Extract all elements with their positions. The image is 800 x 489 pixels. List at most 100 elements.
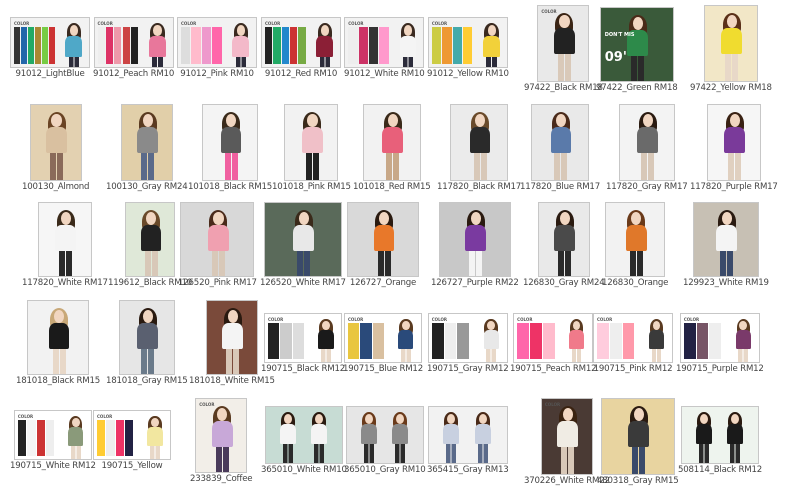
- product-photo[interactable]: COLOR: [264, 313, 342, 363]
- product-caption[interactable]: 181018_Gray RM15: [106, 376, 188, 386]
- product-photo[interactable]: [37, 202, 92, 277]
- product-photo[interactable]: COLOR: [177, 17, 257, 68]
- product-caption[interactable]: 181018_White RM15: [189, 376, 275, 386]
- product-caption[interactable]: 126520_White RM17: [260, 278, 346, 288]
- product-caption[interactable]: 100130_Almond: [22, 182, 90, 192]
- product-thumbnail[interactable]: 365415_Gray RM13: [427, 406, 509, 475]
- product-caption[interactable]: 97422_Black RM18: [524, 83, 603, 93]
- product-thumbnail[interactable]: 117820_Purple RM17: [690, 104, 778, 192]
- product-caption[interactable]: 101018_Black RM15: [188, 182, 272, 192]
- product-caption[interactable]: 91012_Yellow RM10: [427, 69, 509, 79]
- product-photo[interactable]: [284, 104, 339, 181]
- product-caption[interactable]: 190715_Peach RM12: [510, 364, 597, 374]
- product-caption[interactable]: 91012_White RM10: [344, 69, 425, 79]
- product-photo[interactable]: [703, 5, 758, 82]
- product-thumbnail[interactable]: COLOR 190715_White RM12: [10, 410, 96, 471]
- product-photo[interactable]: [347, 202, 419, 277]
- product-caption[interactable]: 365010_White RM10: [261, 465, 347, 475]
- product-thumbnail[interactable]: 101018_Red RM15: [353, 104, 431, 192]
- product-caption[interactable]: 233839_Coffee: [190, 474, 253, 484]
- product-photo[interactable]: COLOR: [344, 17, 425, 68]
- product-caption[interactable]: 100130_Gray RM24: [106, 182, 188, 192]
- product-photo[interactable]: [530, 104, 589, 181]
- product-photo[interactable]: COLOR: [93, 17, 174, 68]
- product-caption[interactable]: 126520_Pink RM17: [178, 278, 257, 288]
- product-caption[interactable]: 117820_Purple RM17: [690, 182, 778, 192]
- product-photo[interactable]: [450, 104, 508, 181]
- product-caption[interactable]: 91012_Pink RM10: [180, 69, 254, 79]
- product-photo[interactable]: [202, 104, 258, 181]
- product-thumbnail[interactable]: 181018_Gray RM15: [106, 300, 188, 386]
- product-caption[interactable]: 190715_Black RM12: [261, 364, 345, 374]
- product-photo[interactable]: [345, 406, 424, 464]
- product-thumbnail[interactable]: 129923_White RM19: [683, 202, 769, 288]
- product-thumbnail[interactable]: 101018_Black RM15: [188, 104, 272, 192]
- product-thumbnail[interactable]: COLOR 190715_Yellow: [93, 410, 171, 471]
- product-caption[interactable]: 126830_Orange: [602, 278, 668, 288]
- product-thumbnail[interactable]: COLOR 190715_Black RM12: [261, 313, 345, 374]
- product-caption[interactable]: 365010_Gray RM10: [344, 465, 426, 475]
- product-thumbnail[interactable]: 101018_Pink RM15: [272, 104, 351, 192]
- product-thumbnail[interactable]: COLOR 91012_LightBlue: [10, 17, 90, 79]
- product-caption[interactable]: 97422_Green RM18: [596, 83, 678, 93]
- product-photo[interactable]: COLOR: [540, 398, 593, 475]
- product-caption[interactable]: 365415_Gray RM13: [427, 465, 509, 475]
- product-thumbnail[interactable]: COLOR 190715_Blue RM12: [343, 313, 423, 374]
- product-photo[interactable]: [600, 398, 675, 475]
- product-caption[interactable]: 126727_Orange: [350, 278, 416, 288]
- product-photo[interactable]: [264, 406, 343, 464]
- product-thumbnail[interactable]: COLOR 190715_Purple RM12: [676, 313, 764, 374]
- product-caption[interactable]: 190715_Yellow: [102, 461, 163, 471]
- product-thumbnail[interactable]: 97422_Yellow RM18: [690, 5, 772, 93]
- product-photo[interactable]: [537, 202, 590, 277]
- product-thumbnail[interactable]: 365010_White RM10: [261, 406, 347, 475]
- product-photo[interactable]: COLOR: [427, 313, 508, 363]
- product-photo[interactable]: [681, 406, 759, 464]
- product-photo[interactable]: [205, 300, 258, 375]
- product-thumbnail[interactable]: 100130_Almond: [22, 104, 90, 192]
- product-thumbnail[interactable]: 365010_Gray RM10: [344, 406, 426, 475]
- product-thumbnail[interactable]: 126727_Purple RM22: [431, 202, 519, 288]
- product-thumbnail[interactable]: COLOR 190715_Pink RM12: [593, 313, 673, 374]
- product-thumbnail[interactable]: COLOR 233839_Coffee: [190, 398, 253, 484]
- product-thumbnail[interactable]: COLOR 91012_White RM10: [344, 17, 425, 79]
- product-thumbnail[interactable]: 117820_Gray RM17: [606, 104, 688, 192]
- product-caption[interactable]: 117820_White RM17: [22, 278, 108, 288]
- product-photo[interactable]: [120, 104, 173, 181]
- product-thumbnail[interactable]: COLOR 190715_Peach RM12: [510, 313, 597, 374]
- product-photo[interactable]: COLOR: [261, 17, 341, 68]
- product-photo[interactable]: [427, 406, 508, 464]
- product-caption[interactable]: 117820_Black RM17: [437, 182, 521, 192]
- product-photo[interactable]: [605, 202, 666, 277]
- product-photo[interactable]: COLOR: [593, 313, 673, 363]
- product-caption[interactable]: 508114_Black RM12: [678, 465, 762, 475]
- product-photo[interactable]: [362, 104, 421, 181]
- product-thumbnail[interactable]: 126520_Pink RM17: [178, 202, 257, 288]
- product-caption[interactable]: 190715_White RM12: [10, 461, 96, 471]
- product-thumbnail[interactable]: 117820_White RM17: [22, 202, 108, 288]
- product-caption[interactable]: 117820_Blue RM17: [520, 182, 600, 192]
- product-caption[interactable]: 101018_Red RM15: [353, 182, 431, 192]
- product-caption[interactable]: 190715_Gray RM12: [427, 364, 509, 374]
- product-photo[interactable]: [118, 300, 175, 375]
- product-photo[interactable]: COLOR: [513, 313, 594, 363]
- product-caption[interactable]: 117820_Gray RM17: [606, 182, 688, 192]
- product-caption[interactable]: 101018_Pink RM15: [272, 182, 351, 192]
- product-caption[interactable]: 190715_Pink RM12: [594, 364, 673, 374]
- product-caption[interactable]: 480318_Gray RM15: [597, 476, 679, 486]
- product-photo[interactable]: COLOR: [679, 313, 760, 363]
- product-thumbnail[interactable]: COLOR 97422_Black RM18: [524, 5, 603, 93]
- product-caption[interactable]: 91012_Red RM10: [265, 69, 337, 79]
- product-thumbnail[interactable]: COLOR 91012_Peach RM10: [93, 17, 174, 79]
- product-caption[interactable]: 126830_Gray RM24: [523, 278, 605, 288]
- product-caption[interactable]: 129923_White RM19: [683, 278, 769, 288]
- product-photo[interactable]: COLOR: [537, 5, 590, 82]
- product-caption[interactable]: 97422_Yellow RM18: [690, 83, 772, 93]
- product-thumbnail[interactable]: COLOR 91012_Pink RM10: [177, 17, 257, 79]
- product-thumbnail[interactable]: 100130_Gray RM24: [106, 104, 188, 192]
- product-thumbnail[interactable]: 480318_Gray RM15: [597, 398, 679, 486]
- product-photo[interactable]: DON'T MIS 09': [599, 7, 674, 82]
- product-photo[interactable]: COLOR: [10, 17, 90, 68]
- product-photo[interactable]: [263, 202, 342, 277]
- product-photo[interactable]: [180, 202, 255, 277]
